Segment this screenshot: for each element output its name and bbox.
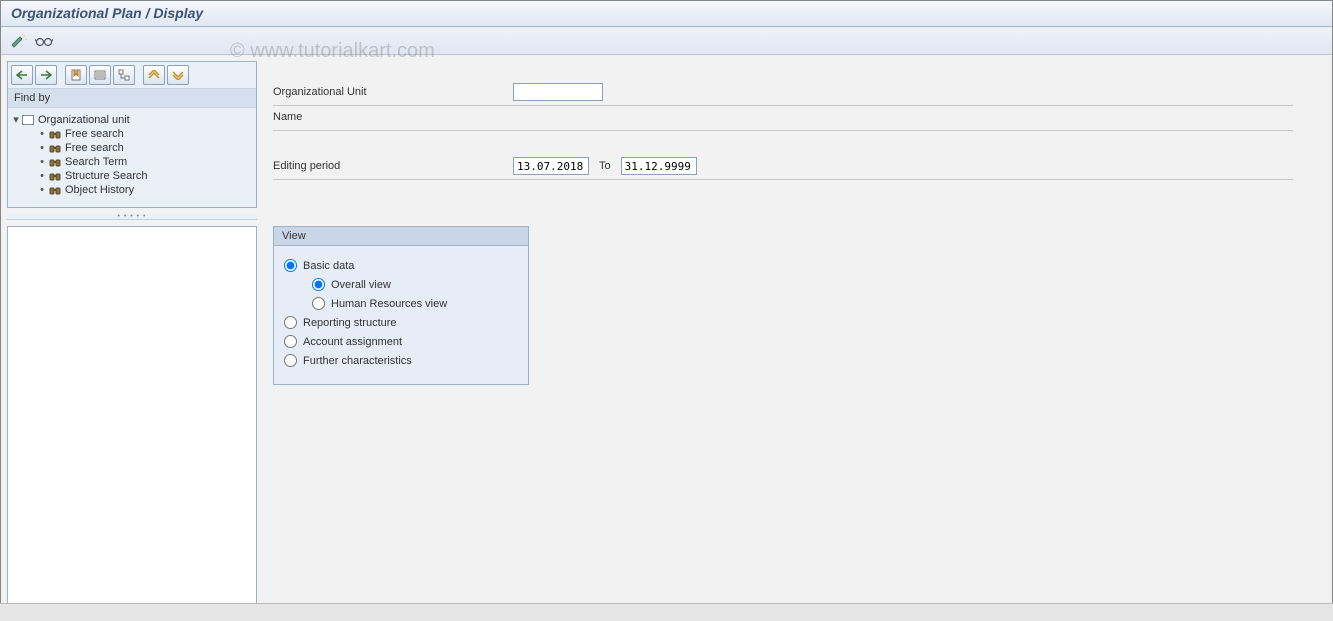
tree-item-free-search-2[interactable]: • Free search — [10, 141, 254, 155]
collapse-button[interactable] — [143, 65, 165, 85]
back-button[interactable] — [11, 65, 33, 85]
results-panel — [7, 226, 257, 614]
radio-overall-view-input[interactable] — [312, 278, 325, 291]
find-by-toolbar — [8, 62, 256, 89]
tree-item-free-search[interactable]: • Free search — [10, 127, 254, 141]
list-button[interactable] — [89, 65, 111, 85]
org-unit-icon — [22, 115, 34, 125]
view-groupbox: View Basic data Overall view Human Resou… — [273, 226, 529, 385]
page-title: Organizational Plan / Display — [11, 5, 1322, 21]
org-unit-input[interactable] — [513, 83, 603, 101]
bullet-icon: • — [36, 142, 48, 154]
radio-further-input[interactable] — [284, 354, 297, 367]
tree-item-label: Free search — [65, 128, 124, 140]
date-from-input[interactable] — [513, 157, 589, 175]
titlebar: Organizational Plan / Display — [1, 1, 1332, 27]
bookmark-button[interactable] — [65, 65, 87, 85]
find-by-panel: Find by ▾ Organizational unit • Free sea… — [7, 61, 257, 208]
radio-overall-view[interactable]: Overall view — [284, 275, 518, 294]
radio-label: Basic data — [303, 260, 354, 272]
tree-root-org-unit[interactable]: ▾ Organizational unit — [10, 112, 254, 127]
tree-root-label: Organizational unit — [38, 114, 130, 126]
tree-item-label: Search Term — [65, 156, 127, 168]
radio-account-input[interactable] — [284, 335, 297, 348]
find-by-tree: ▾ Organizational unit • Free search • Fr… — [8, 108, 256, 207]
find-by-label: Find by — [8, 89, 256, 108]
main-content: Organizational Unit Name Editing period … — [263, 61, 1326, 614]
tree-item-label: Structure Search — [65, 170, 148, 182]
caret-down-icon: ▾ — [10, 113, 22, 126]
glasses-icon[interactable] — [35, 32, 53, 50]
binoculars-icon — [48, 184, 62, 196]
tree-item-search-term[interactable]: • Search Term — [10, 155, 254, 169]
statusbar — [0, 603, 1333, 621]
tree-item-label: Object History — [65, 184, 134, 196]
binoculars-icon — [48, 128, 62, 140]
app-toolbar — [1, 27, 1332, 55]
radio-label: Account assignment — [303, 336, 402, 348]
radio-further[interactable]: Further characteristics — [284, 351, 518, 370]
wand-icon[interactable] — [11, 32, 29, 50]
radio-account[interactable]: Account assignment — [284, 332, 518, 351]
radio-label: Further characteristics — [303, 355, 412, 367]
binoculars-icon — [48, 156, 62, 168]
to-label: To — [599, 160, 611, 172]
bullet-icon: • — [36, 156, 48, 168]
radio-basic-data[interactable]: Basic data — [284, 256, 518, 275]
name-label: Name — [273, 111, 513, 123]
tree-item-structure-search[interactable]: • Structure Search — [10, 169, 254, 183]
bullet-icon: • — [36, 128, 48, 140]
tree-button[interactable] — [113, 65, 135, 85]
radio-label: Human Resources view — [331, 298, 447, 310]
tree-item-object-history[interactable]: • Object History — [10, 183, 254, 197]
splitter-handle[interactable]: • • • • • — [7, 214, 257, 220]
radio-label: Reporting structure — [303, 317, 397, 329]
radio-reporting-input[interactable] — [284, 316, 297, 329]
view-groupbox-title: View — [274, 227, 528, 246]
binoculars-icon — [48, 170, 62, 182]
editing-period-label: Editing period — [273, 160, 513, 172]
expand-button[interactable] — [167, 65, 189, 85]
bullet-icon: • — [36, 184, 48, 196]
bullet-icon: • — [36, 170, 48, 182]
tree-item-label: Free search — [65, 142, 124, 154]
org-unit-label: Organizational Unit — [273, 86, 513, 98]
binoculars-icon — [48, 142, 62, 154]
radio-hr-view[interactable]: Human Resources view — [284, 294, 518, 313]
date-to-input[interactable] — [621, 157, 697, 175]
radio-basic-data-input[interactable] — [284, 259, 297, 272]
radio-label: Overall view — [331, 279, 391, 291]
forward-button[interactable] — [35, 65, 57, 85]
radio-hr-view-input[interactable] — [312, 297, 325, 310]
radio-reporting[interactable]: Reporting structure — [284, 313, 518, 332]
